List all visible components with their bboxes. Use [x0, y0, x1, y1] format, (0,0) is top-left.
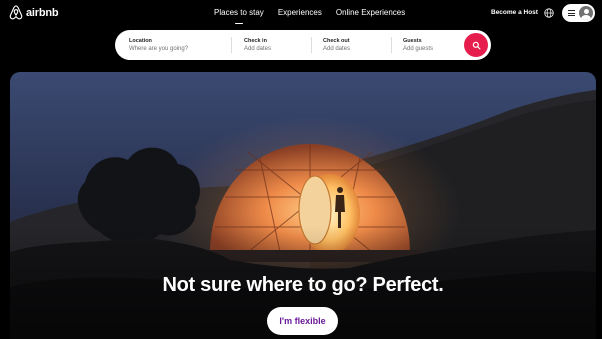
check-in-input[interactable]: Add dates: [244, 46, 311, 52]
check-out-input[interactable]: Add dates: [323, 46, 391, 52]
top-header: airbnb Places to stay Experiences Online…: [0, 0, 602, 28]
hamburger-menu-icon: [568, 10, 575, 16]
search-bar: Location Where are you going? Check in A…: [115, 30, 491, 60]
main-nav: Places to stay Experiences Online Experi…: [214, 8, 405, 24]
search-button[interactable]: [464, 33, 488, 57]
nav-experiences[interactable]: Experiences: [278, 8, 322, 17]
airbnb-logo[interactable]: airbnb: [9, 5, 59, 20]
guests-label: Guests: [403, 38, 422, 44]
guests-input[interactable]: Add guests: [403, 46, 464, 52]
check-out-field[interactable]: Check out Add dates: [312, 30, 391, 60]
location-field[interactable]: Location Where are you going?: [115, 30, 231, 60]
hero-headline: Not sure where to go? Perfect.: [162, 274, 444, 296]
become-host-link[interactable]: Become a Host: [491, 9, 538, 16]
check-out-label: Check out: [323, 38, 350, 44]
hero-image: [10, 72, 596, 339]
check-in-field[interactable]: Check in Add dates: [232, 30, 311, 60]
user-menu-button[interactable]: [562, 4, 595, 22]
nav-places-to-stay[interactable]: Places to stay: [214, 8, 264, 24]
guests-field[interactable]: Guests Add guests: [392, 30, 464, 60]
hero-banner: Not sure where to go? Perfect. I'm flexi…: [10, 72, 596, 339]
im-flexible-button[interactable]: I'm flexible: [267, 307, 338, 335]
search-icon: [472, 41, 480, 49]
airbnb-logo-icon: [9, 5, 23, 20]
location-input[interactable]: Where are you going?: [129, 46, 231, 52]
user-avatar-icon: [579, 6, 593, 20]
nav-online-experiences[interactable]: Online Experiences: [336, 8, 405, 17]
check-in-label: Check in: [244, 38, 267, 44]
location-label: Location: [129, 38, 152, 44]
im-flexible-label: I'm flexible: [279, 316, 326, 326]
globe-icon[interactable]: [544, 8, 554, 18]
logo-text: airbnb: [26, 6, 59, 19]
